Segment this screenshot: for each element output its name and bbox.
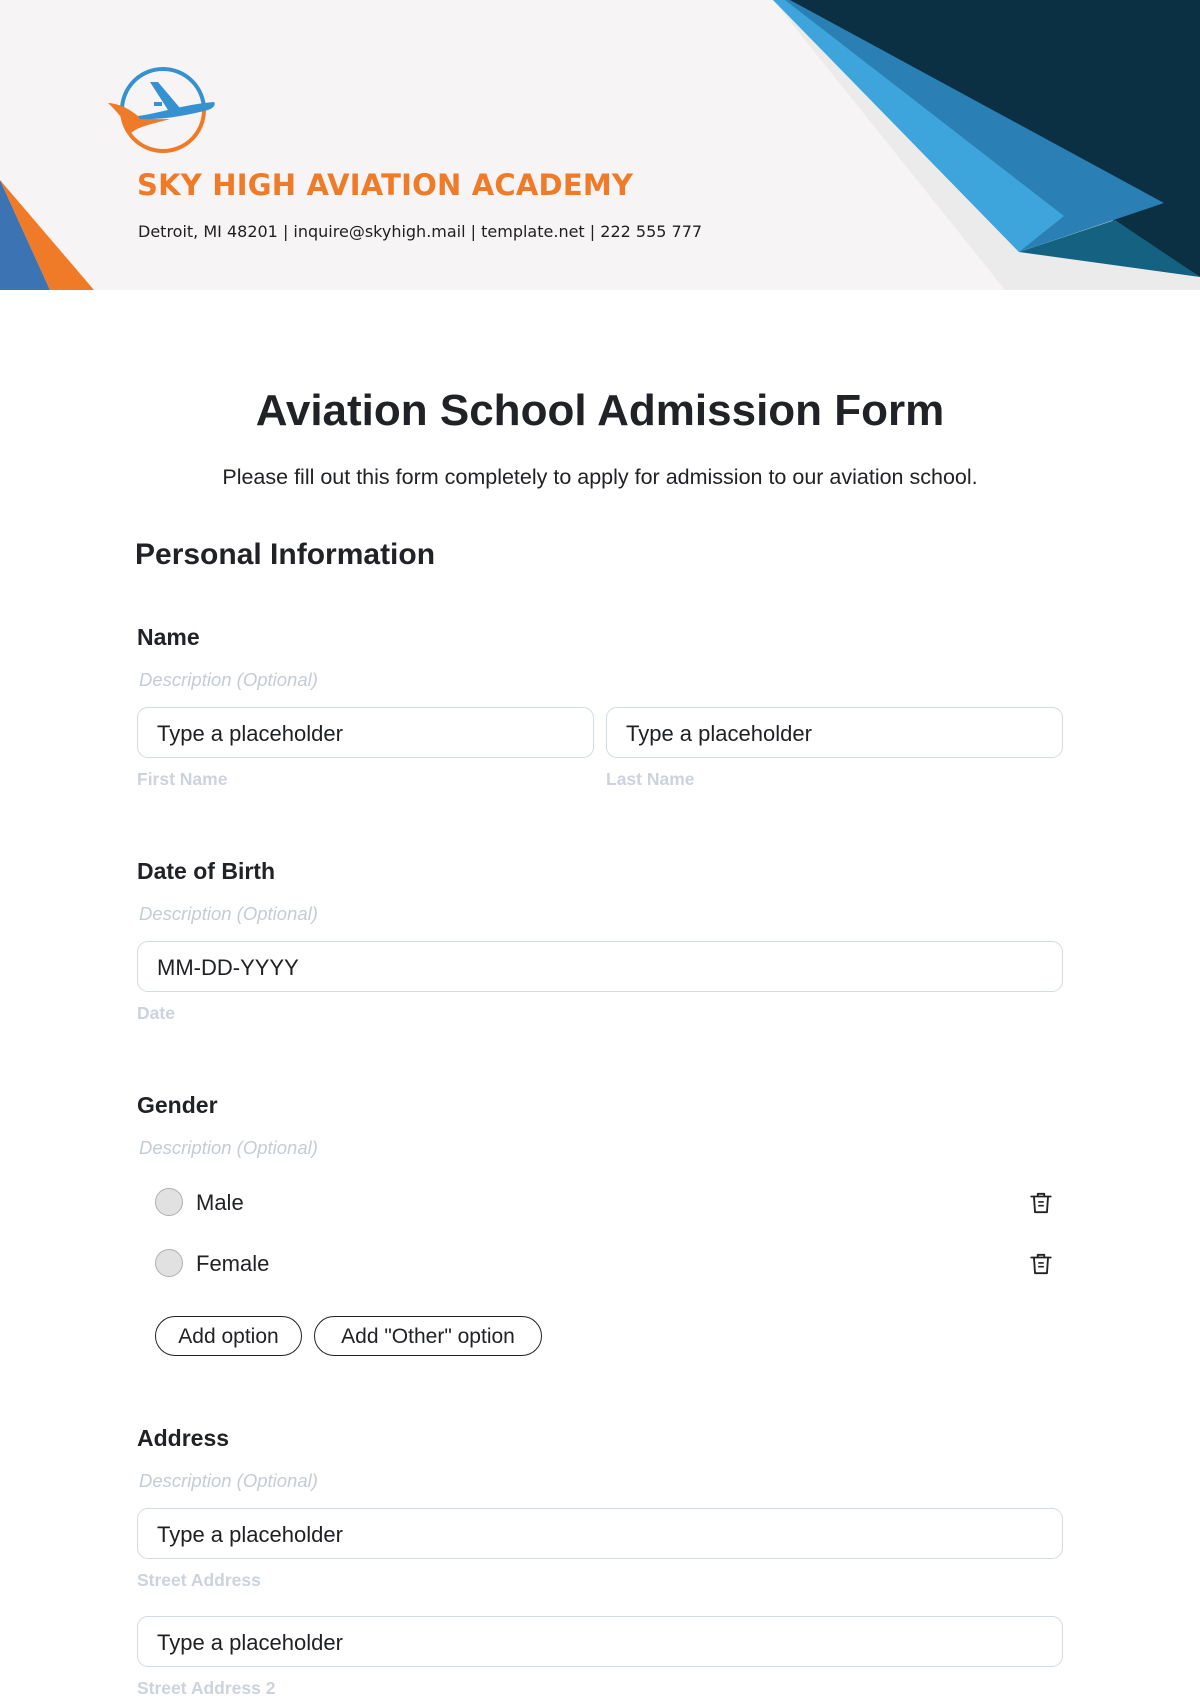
- address-description[interactable]: Description (Optional): [139, 1470, 318, 1492]
- address-label: Address: [137, 1425, 230, 1451]
- add-option-button[interactable]: Add option: [155, 1316, 302, 1356]
- street-address-2-sublabel: Street Address 2: [137, 1678, 276, 1698]
- date-of-birth-label: Date of Birth: [137, 858, 275, 884]
- organization-name: SKY HIGH AVIATION ACADEMY: [137, 168, 634, 202]
- trash-icon[interactable]: [1028, 1251, 1054, 1277]
- first-name-input[interactable]: Type a placeholder: [137, 707, 594, 758]
- street-address-sublabel: Street Address: [137, 1570, 261, 1590]
- gender-option-label-male[interactable]: Male: [196, 1190, 244, 1216]
- section-title-personal-information: Personal Information: [135, 538, 436, 571]
- last-name-input[interactable]: Type a placeholder: [606, 707, 1063, 758]
- date-of-birth-description[interactable]: Description (Optional): [139, 903, 318, 925]
- name-label: Name: [137, 624, 200, 650]
- trash-icon[interactable]: [1028, 1190, 1054, 1216]
- gender-label: Gender: [137, 1092, 218, 1118]
- form-title: Aviation School Admission Form: [255, 386, 945, 435]
- first-name-sublabel: First Name: [137, 769, 228, 789]
- last-name-sublabel: Last Name: [606, 769, 695, 789]
- name-description[interactable]: Description (Optional): [139, 669, 318, 691]
- street-address-2-input[interactable]: Type a placeholder: [137, 1616, 1063, 1667]
- airplane-circle-logo-icon: [108, 67, 215, 153]
- form-subtitle: Please fill out this form completely to …: [222, 465, 978, 489]
- gender-description[interactable]: Description (Optional): [139, 1137, 318, 1159]
- gender-radio-female[interactable]: [155, 1249, 183, 1277]
- add-other-option-button[interactable]: Add "Other" option: [314, 1316, 542, 1356]
- street-address-input[interactable]: Type a placeholder: [137, 1508, 1063, 1559]
- contact-info: Detroit, MI 48201 | inquire@skyhigh.mail…: [138, 222, 703, 241]
- date-sublabel: Date: [137, 1003, 175, 1023]
- date-of-birth-input[interactable]: MM-DD-YYYY: [137, 941, 1063, 992]
- letterhead-header: SKY HIGH AVIATION ACADEMY Detroit, MI 48…: [0, 0, 1200, 290]
- gender-radio-male[interactable]: [155, 1188, 183, 1216]
- gender-option-label-female[interactable]: Female: [196, 1251, 269, 1277]
